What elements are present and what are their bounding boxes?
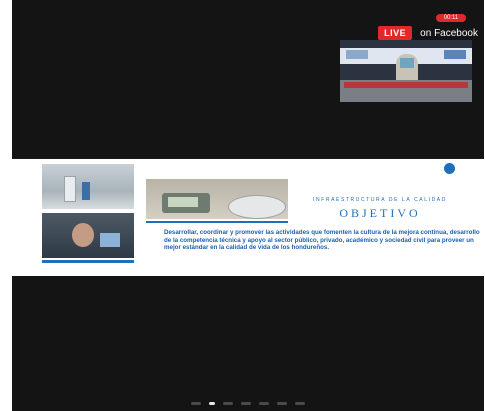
pip-logo-left	[346, 50, 368, 59]
pagination-dot[interactable]	[209, 402, 215, 405]
stream-timer-badge: 00:11	[436, 14, 466, 22]
live-indicator: LIVE on Facebook	[378, 26, 478, 40]
instrument-display	[168, 197, 198, 207]
pip-logo-right	[444, 50, 466, 59]
lab-photo-instrument	[146, 179, 288, 219]
lab-dish	[228, 195, 286, 219]
live-stream-viewer: 00:11 LIVE on Facebook INFRAESTRUCTURA D…	[12, 0, 484, 411]
live-platform-text: on Facebook	[420, 27, 478, 39]
pagination-dot[interactable]	[191, 402, 201, 405]
pagination-dot[interactable]	[295, 402, 305, 405]
slide-pagination[interactable]	[12, 402, 484, 405]
lab-bottle-blue	[82, 182, 90, 200]
live-badge: LIVE	[378, 26, 413, 40]
technician-face	[72, 223, 94, 247]
bottom-dark-area	[12, 276, 484, 411]
pagination-dot[interactable]	[223, 402, 233, 405]
slide-logo-icon	[444, 163, 455, 174]
pagination-dot[interactable]	[241, 402, 251, 405]
pip-speaker-face	[400, 58, 414, 68]
slide-title: OBJETIVO	[339, 206, 421, 220]
lab-photo-technician	[42, 213, 134, 258]
blue-accent-line	[42, 260, 134, 263]
pip-red-banner	[344, 82, 468, 88]
pagination-dot[interactable]	[277, 402, 287, 405]
slide-body-text: Desarrollar, coordinar y promover las ac…	[164, 229, 480, 251]
lab-photo-bottles	[42, 164, 134, 209]
presentation-slide[interactable]: INFRAESTRUCTURA DE LA CALIDAD OBJETIVO D…	[12, 158, 484, 277]
blue-accent-line-2	[146, 221, 288, 223]
slide-subtitle: INFRAESTRUCTURA DE LA CALIDAD	[313, 197, 447, 203]
pagination-dot[interactable]	[259, 402, 269, 405]
lab-bottle	[64, 176, 76, 202]
technician-glove	[100, 233, 120, 247]
picture-in-picture-video[interactable]	[340, 40, 472, 102]
